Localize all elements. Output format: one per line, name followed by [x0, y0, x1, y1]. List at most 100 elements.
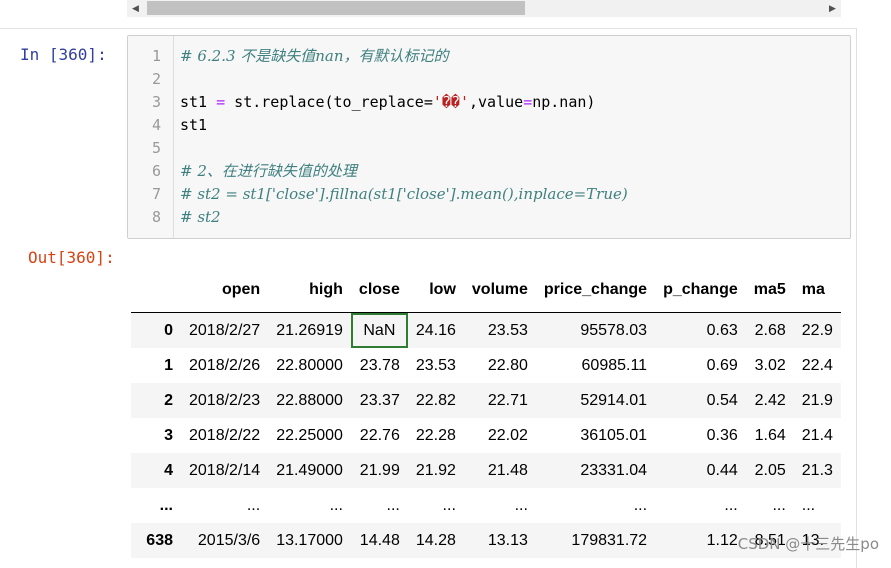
- table-cell: 14.48: [359, 531, 400, 549]
- table-cell: 23.37: [359, 391, 400, 409]
- table-cell: 13.13: [487, 531, 528, 549]
- table-cell: 0.63: [706, 321, 738, 339]
- table-cell: 21.49000: [276, 461, 343, 479]
- table-cell: 2018/2/26: [189, 356, 261, 374]
- table-cell: ...: [514, 496, 528, 514]
- code-line-st1: st1: [180, 116, 208, 134]
- table-cell: 21.26919: [276, 321, 343, 339]
- table-cell: 2.42: [754, 391, 786, 409]
- row-index: 0: [164, 321, 173, 339]
- column-header: [131, 268, 181, 313]
- code-line-comment: # 2、在进行缺失值的处理: [180, 162, 357, 180]
- table-cell: 60985.11: [581, 356, 648, 374]
- table-row-ellipsis: ... ... ... ... ... ... ... ... ... ...: [131, 488, 841, 523]
- table-cell: 22.4: [801, 356, 833, 374]
- table-cell: 36105.01: [580, 426, 648, 444]
- table-cell: 23.78: [359, 356, 400, 374]
- column-header: close: [350, 268, 408, 313]
- table-row: 1 2018/2/26 22.80000 23.78 23.53 22.80 6…: [131, 348, 841, 383]
- code-line-comment: # st2: [180, 208, 221, 226]
- table-cell: 24.16: [415, 321, 456, 339]
- row-index: 1: [164, 356, 173, 374]
- scroll-right-arrow-icon[interactable]: ▶: [824, 0, 841, 17]
- table-cell: 2018/2/23: [189, 391, 261, 409]
- line-number: 7: [151, 185, 161, 203]
- column-header: open: [181, 268, 269, 313]
- input-prompt: In [360]:: [20, 45, 107, 64]
- table-cell: 23.53: [415, 356, 456, 374]
- column-header: price_change: [535, 268, 656, 313]
- table-cell: 22.25000: [276, 426, 343, 444]
- table-cell: 0.36: [706, 426, 738, 444]
- row-index: 638: [146, 531, 173, 549]
- column-header: p_change: [655, 268, 746, 313]
- line-number: 3: [151, 93, 161, 111]
- code-token-operator: =: [523, 93, 533, 111]
- table-cell: 1.64: [754, 426, 786, 444]
- table-cell: 23331.04: [580, 461, 648, 479]
- column-header: ma5: [745, 268, 794, 313]
- table-cell: 21.9: [801, 391, 833, 409]
- output-prompt: Out[360]:: [28, 248, 115, 267]
- table-cell: 21.3: [801, 461, 833, 479]
- table-cell: 22.02: [487, 426, 528, 444]
- scroll-left-arrow-icon[interactable]: ◀: [127, 0, 144, 17]
- table-cell: ...: [246, 496, 261, 514]
- table-cell: 21.4: [801, 426, 833, 444]
- table-cell: ...: [772, 496, 786, 514]
- output-dataframe: open high close low volume price_change …: [131, 268, 841, 560]
- table-cell: 14.28: [415, 531, 456, 549]
- code-token: st1: [180, 93, 217, 111]
- row-index: ...: [159, 496, 173, 514]
- table-cell: ...: [724, 496, 738, 514]
- table-cell: 13.17000: [276, 531, 343, 549]
- table-cell: 21.92: [415, 461, 456, 479]
- table-cell: 2018/2/22: [189, 426, 261, 444]
- table-cell: 2.68: [754, 321, 786, 339]
- table-row: 0 2018/2/27 21.26919 NaN 24.16 23.53 955…: [131, 312, 841, 348]
- table-cell: 22.76: [359, 426, 400, 444]
- row-index: 2: [164, 391, 173, 409]
- table-cell: 179831.72: [571, 531, 648, 549]
- line-number: 1: [151, 47, 161, 65]
- code-editor[interactable]: 1 2 3 4 5 6 7 8 # 6.2.3 不是缺失值nan，有默认标记的 …: [127, 35, 851, 239]
- table-cell: ...: [442, 496, 456, 514]
- column-header: ma: [793, 268, 841, 313]
- line-number: 2: [151, 70, 161, 88]
- nan-highlighted-cell: NaN: [350, 312, 408, 348]
- table-cell: 21.99: [359, 461, 400, 479]
- table-header-row: open high close low volume price_change …: [131, 268, 841, 313]
- horizontal-scrollbar[interactable]: ◀ ▶: [127, 0, 841, 17]
- table-row: 3 2018/2/22 22.25000 22.76 22.28 22.02 3…: [131, 418, 841, 453]
- table-cell: ...: [329, 496, 343, 514]
- table-cell: 2018/2/27: [189, 321, 261, 339]
- column-header: high: [268, 268, 351, 313]
- code-token-operator: =: [216, 93, 226, 111]
- table-cell: ...: [386, 496, 400, 514]
- column-header: volume: [463, 268, 536, 313]
- table-cell: 0.54: [706, 391, 738, 409]
- dataframe-table: open high close low volume price_change …: [131, 268, 841, 558]
- table-cell: 22.88000: [276, 391, 343, 409]
- notebook-right-border: [856, 28, 857, 568]
- table-cell: 1.12: [706, 531, 738, 549]
- table-cell: 22.9: [801, 321, 833, 339]
- scrollbar-thumb[interactable]: [147, 1, 525, 15]
- line-number: 8: [151, 208, 161, 226]
- table-cell: 22.80000: [276, 356, 343, 374]
- table-row: 4 2018/2/14 21.49000 21.99 21.92 21.48 2…: [131, 453, 841, 488]
- table-cell: 52914.01: [580, 391, 648, 409]
- table-cell: 22.28: [415, 426, 456, 444]
- table-cell: 0.69: [706, 356, 738, 374]
- code-token-string: '��': [432, 93, 469, 111]
- table-cell: 23.53: [487, 321, 528, 339]
- table-cell: 2018/2/14: [189, 461, 261, 479]
- line-number: 6: [151, 162, 161, 180]
- row-index: 4: [164, 461, 173, 479]
- table-cell: 0.44: [706, 461, 738, 479]
- table-row: 2 2018/2/23 22.88000 23.37 22.82 22.71 5…: [131, 383, 841, 418]
- table-cell: ...: [801, 496, 816, 514]
- cell-divider: [0, 28, 857, 29]
- code-token: st.replace(to_replace=: [225, 93, 433, 111]
- row-index: 3: [164, 426, 173, 444]
